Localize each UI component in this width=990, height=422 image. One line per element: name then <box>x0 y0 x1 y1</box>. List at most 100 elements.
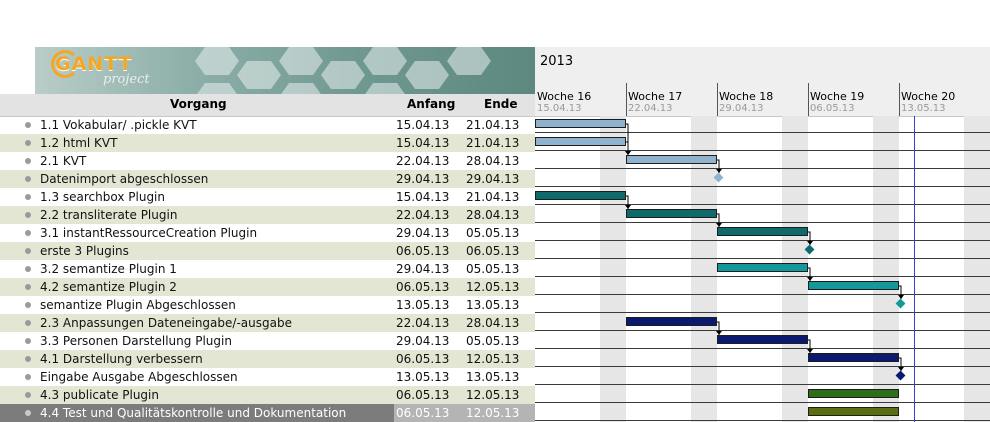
task-row[interactable]: 2.2 transliterate Plugin 22.04.13 28.04.13 <box>0 206 535 224</box>
week-label: Woche 16 <box>537 90 592 103</box>
row-gridline <box>535 222 990 223</box>
task-bar[interactable] <box>808 353 899 362</box>
task-bar[interactable] <box>626 209 717 218</box>
task-start-date: 22.04.13 <box>396 208 450 222</box>
task-name: 4.1 Darstellung verbessern <box>40 352 203 366</box>
dependency-line <box>626 195 629 209</box>
row-gridline <box>535 258 990 259</box>
task-row[interactable]: semantize Plugin Abgeschlossen 13.05.13 13… <box>0 296 535 314</box>
row-gridline <box>535 150 990 151</box>
task-bar[interactable] <box>626 317 717 326</box>
task-start-date: 06.05.13 <box>396 244 450 258</box>
task-start-date: 13.05.13 <box>396 298 450 312</box>
task-start-date: 29.04.13 <box>396 226 450 240</box>
column-header-end[interactable]: Ende <box>484 97 517 111</box>
week-start-date: 06.05.13 <box>810 103 855 114</box>
row-gridline <box>535 420 990 421</box>
task-start-date: 22.04.13 <box>396 316 450 330</box>
task-bar[interactable] <box>717 335 808 344</box>
task-start-date: 06.05.13 <box>396 352 450 366</box>
task-bar[interactable] <box>808 407 899 416</box>
row-gridline <box>535 384 990 385</box>
task-row[interactable]: erste 3 Plugins 06.05.13 06.05.13 <box>0 242 535 260</box>
dependency-line <box>899 285 902 299</box>
task-row[interactable]: 4.3 publicate Plugin 06.05.13 12.05.13 <box>0 386 535 404</box>
task-end-date: 05.05.13 <box>466 226 520 240</box>
dependency-line <box>808 231 811 245</box>
row-gridline <box>535 366 990 367</box>
task-name: 4.2 semantize Plugin 2 <box>40 280 177 294</box>
task-row[interactable]: 3.2 semantize Plugin 1 29.04.13 05.05.13 <box>0 260 535 278</box>
week-start-date: 29.04.13 <box>719 103 764 114</box>
task-row[interactable]: 2.3 Anpassungen Dateneingabe/-ausgabe 22.… <box>0 314 535 332</box>
task-bullet-icon <box>25 284 31 290</box>
task-start-date: 15.04.13 <box>396 136 450 150</box>
task-bullet-icon <box>25 338 31 344</box>
task-bar[interactable] <box>808 281 899 290</box>
dependency-line <box>717 213 720 227</box>
week-start-date: 13.05.13 <box>901 103 946 114</box>
task-end-date: 12.05.13 <box>466 280 520 294</box>
week-separator <box>626 83 627 116</box>
task-row[interactable]: 4.4 Test und Qualitätskontrolle und Doku… <box>0 404 535 422</box>
row-gridline <box>535 402 990 403</box>
week-start-date: 15.04.13 <box>537 103 582 114</box>
week-label: Woche 17 <box>628 90 683 103</box>
task-start-date: 15.04.13 <box>396 118 450 132</box>
task-row[interactable]: 2.1 KVT 22.04.13 28.04.13 <box>0 152 535 170</box>
task-bar[interactable] <box>808 389 899 398</box>
task-row[interactable]: Eingabe Ausgabe Abgeschlossen 13.05.13 13.… <box>0 368 535 386</box>
task-name: semantize Plugin Abgeschlossen <box>40 298 236 312</box>
week-separator <box>717 83 718 116</box>
task-bullet-icon <box>25 122 31 128</box>
task-bar[interactable] <box>626 155 717 164</box>
logo-subtitle: project <box>103 72 150 87</box>
task-row[interactable]: 3.1 instantRessourceCreation Plugin 29.04… <box>0 224 535 242</box>
task-bar[interactable] <box>535 191 626 200</box>
task-table-header: Vorgang Anfang Ende <box>0 94 535 117</box>
row-gridline <box>535 132 990 133</box>
task-row[interactable]: 4.1 Darstellung verbessern 06.05.13 12.05.… <box>0 350 535 368</box>
task-start-date: 29.04.13 <box>396 172 450 186</box>
task-bar[interactable] <box>717 263 808 272</box>
task-bullet-icon <box>25 212 31 218</box>
task-start-date: 29.04.13 <box>396 334 450 348</box>
task-bar[interactable] <box>717 227 808 236</box>
task-row[interactable]: Datenimport abgeschlossen 29.04.13 29.04.1… <box>0 170 535 188</box>
task-bar[interactable] <box>535 119 626 128</box>
chart-year-band <box>535 47 990 83</box>
task-name: 1.2 html KVT <box>40 136 118 150</box>
row-gridline <box>535 294 990 295</box>
task-bullet-icon <box>25 230 31 236</box>
dependency-line <box>717 159 720 173</box>
task-bullet-icon <box>25 320 31 326</box>
column-header-start[interactable]: Anfang <box>407 97 455 111</box>
task-bullet-icon <box>25 392 31 398</box>
row-gridline <box>535 276 990 277</box>
task-start-date: 13.05.13 <box>396 370 450 384</box>
task-start-date: 29.04.13 <box>396 262 450 276</box>
task-row[interactable]: 3.3 Personen Darstellung Plugin 29.04.13 0… <box>0 332 535 350</box>
task-end-date: 12.05.13 <box>466 352 520 366</box>
task-name: Eingabe Ausgabe Abgeschlossen <box>40 370 238 384</box>
task-bullet-icon <box>25 356 31 362</box>
task-start-date: 06.05.13 <box>396 280 450 294</box>
task-row[interactable]: 1.1 Vokabular/ .pickle KVT 15.04.13 21.04.… <box>0 116 535 134</box>
task-bar[interactable] <box>535 137 626 146</box>
task-bullet-icon <box>25 248 31 254</box>
task-name: 2.1 KVT <box>40 154 87 168</box>
task-row[interactable]: 1.3 searchbox Plugin 15.04.13 21.04.13 <box>0 188 535 206</box>
column-header-name[interactable]: Vorgang <box>170 97 227 111</box>
week-separator <box>808 83 809 116</box>
task-name: 3.3 Personen Darstellung Plugin <box>40 334 232 348</box>
task-start-date: 06.05.13 <box>396 388 450 402</box>
row-gridline <box>535 330 990 331</box>
task-end-date: 05.05.13 <box>466 262 520 276</box>
task-row[interactable]: 4.2 semantize Plugin 2 06.05.13 12.05.13 <box>0 278 535 296</box>
row-gridline <box>535 204 990 205</box>
task-name: 2.3 Anpassungen Dateneingabe/-ausgabe <box>40 316 292 330</box>
task-row[interactable]: 1.2 html KVT 15.04.13 21.04.13 <box>0 134 535 152</box>
task-start-date: 06.05.13 <box>396 406 450 420</box>
task-name: 3.2 semantize Plugin 1 <box>40 262 177 276</box>
task-end-date: 12.05.13 <box>466 406 520 420</box>
